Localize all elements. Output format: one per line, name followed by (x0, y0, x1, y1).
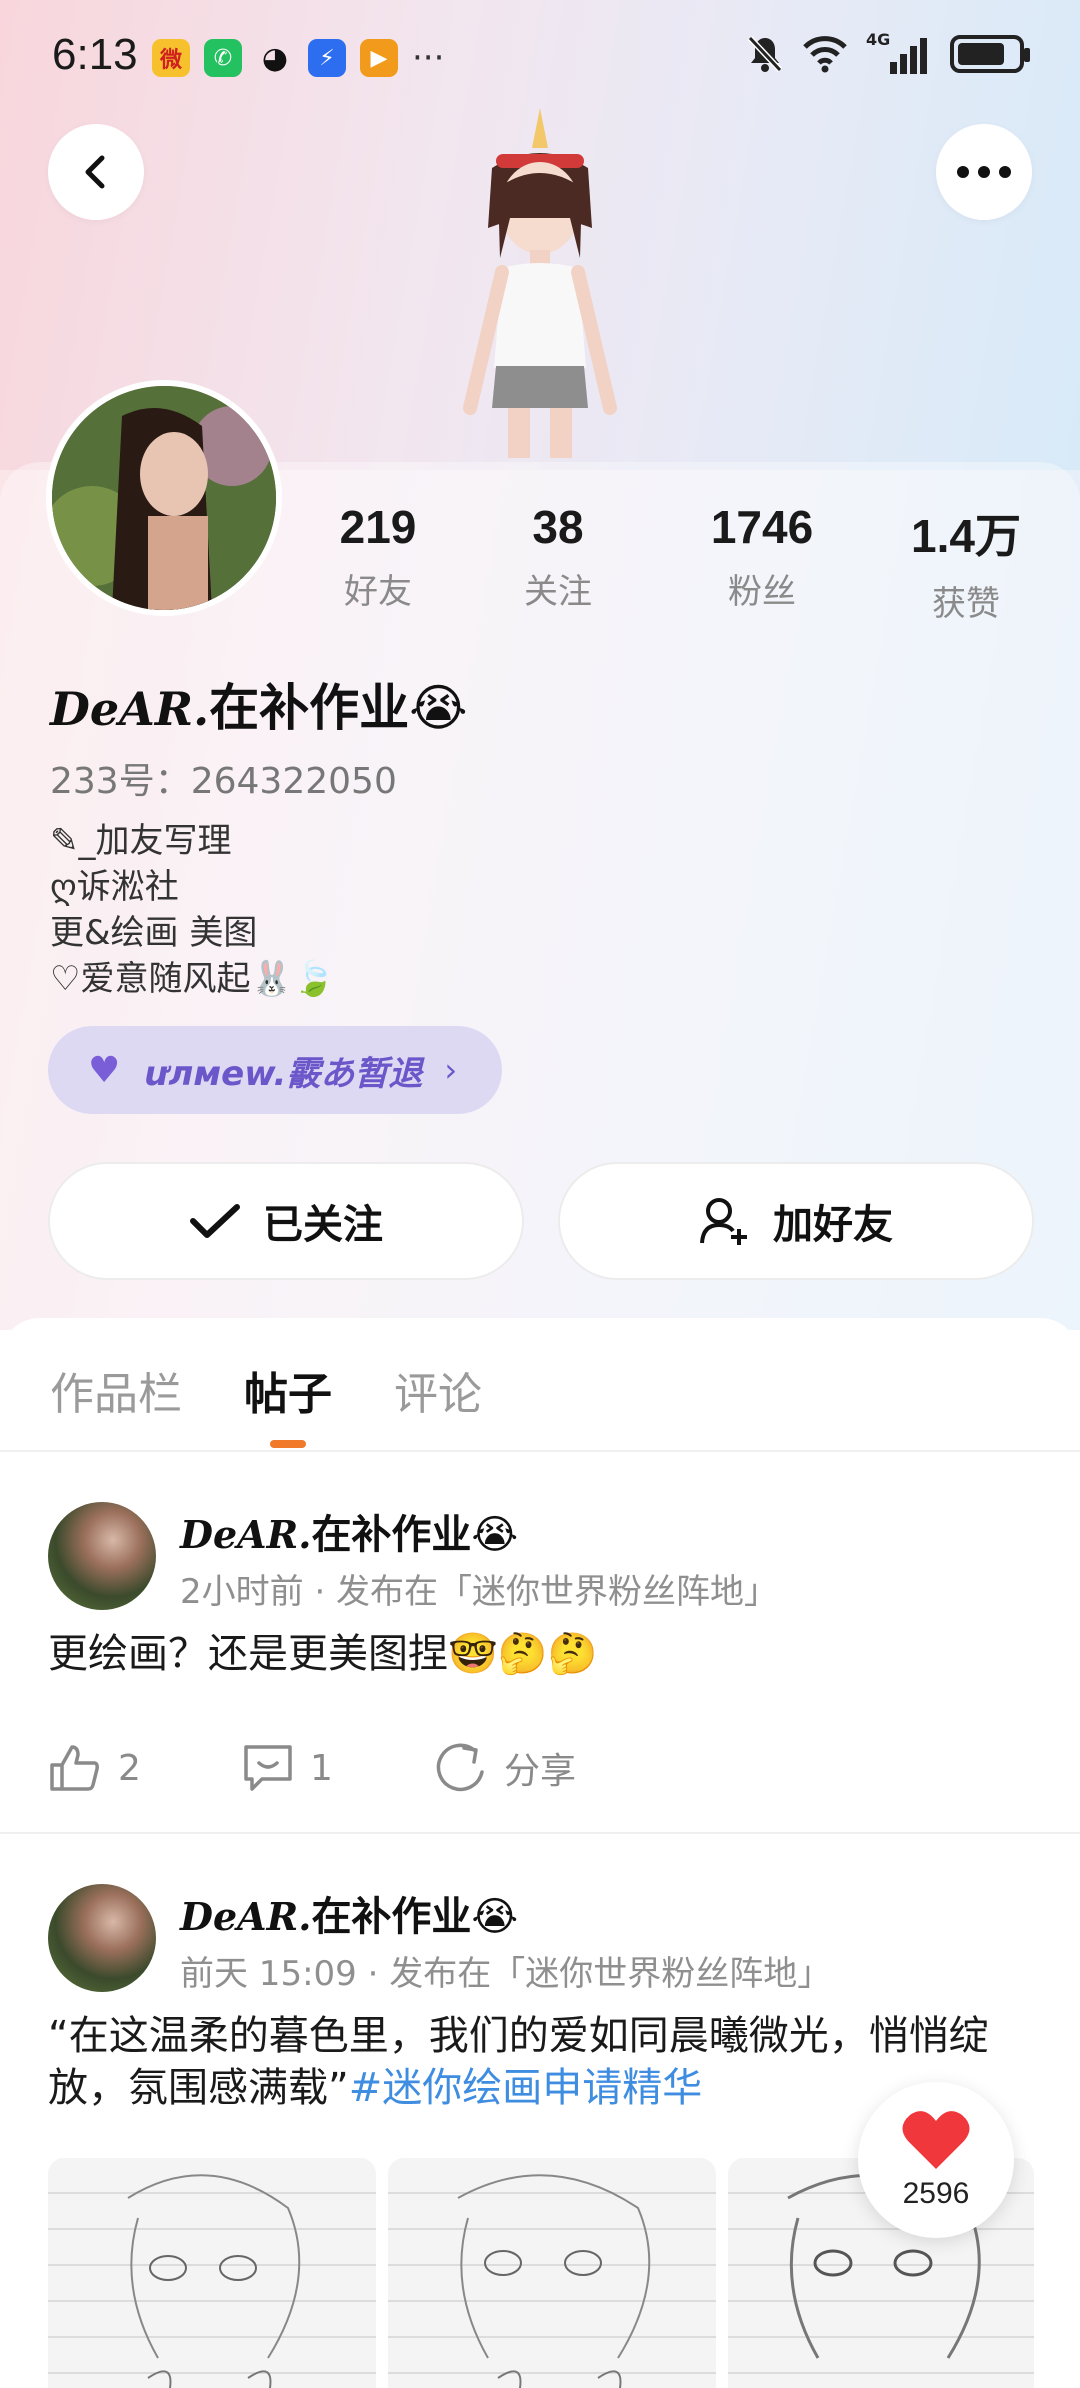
profile-bio: ✎_加友写理 ღ诉淞社 更&绘画 美图 ♡爱意随风起🐰🍃 (50, 818, 335, 1002)
post-meta: 2小时前 · 发布在「迷你世界粉丝阵地」 (180, 1572, 779, 1612)
stat-following[interactable]: 38 关注 (458, 500, 658, 613)
add-friend-button[interactable]: 加好友 (558, 1162, 1034, 1280)
floating-like-button[interactable]: 2596 (858, 2082, 1014, 2238)
add-friend-label: 加好友 (773, 1202, 893, 1248)
post-text: 更绘画？还是更美图捏🤓🤔🤔 (48, 1631, 598, 1677)
author-script: DeAR. (180, 1894, 312, 1939)
heart-icon (902, 2111, 970, 2169)
post-image[interactable] (388, 2158, 716, 2388)
bio-line: 更&绘画 美图 (50, 913, 258, 953)
share-icon (436, 1743, 484, 1792)
checkmark-icon (190, 1204, 240, 1238)
stat-value: 1.4万 (911, 510, 1021, 562)
status-bar: 6:13 微 ✆ ◕ ⚡ ▶ ··· 4G (0, 0, 1080, 116)
cellular-signal-icon: 4G (866, 30, 932, 74)
stat-value: 38 (532, 501, 584, 553)
tab-comments[interactable]: 评论 (394, 1358, 482, 1422)
stat-label: 获赞 (932, 584, 1000, 624)
sketch-drawing (127, 2174, 301, 2388)
author-text: 在补作业😭 (311, 1512, 519, 1558)
battery-icon (950, 35, 1030, 73)
user-id[interactable]: 233号：264322050 (50, 752, 397, 804)
like-button[interactable]: 2 (48, 1743, 242, 1793)
more-dots-icon (957, 166, 1011, 178)
avatar-3d-figure[interactable] (420, 108, 660, 458)
comment-icon (244, 1745, 292, 1791)
qq-icon: ◕ (261, 40, 289, 76)
post-actions: 2 1 分享 (48, 1742, 576, 1794)
post-author-avatar[interactable] (48, 1884, 156, 1992)
app-icon-orange: ▶ (360, 39, 398, 77)
stat-label: 关注 (524, 572, 592, 612)
tab-posts[interactable]: 帖子 (244, 1358, 332, 1422)
back-button[interactable] (48, 124, 144, 220)
stat-label: 粉丝 (728, 572, 796, 612)
post-meta: 前天 15:09 · 发布在「迷你世界粉丝阵地」 (180, 1954, 832, 1994)
stat-friends[interactable]: 219 好友 (278, 500, 478, 613)
wechat-icon: ✆ (204, 39, 242, 77)
post-author-avatar[interactable] (48, 1502, 156, 1610)
hashtag-link[interactable]: #迷你绘画申请精华 (349, 2065, 703, 2111)
bio-line: ✎_加友写理 (50, 821, 232, 861)
share-button[interactable]: 分享 (434, 1742, 576, 1794)
status-indicators: 4G (746, 30, 1030, 74)
stat-fans[interactable]: 1746 粉丝 (662, 500, 862, 613)
post-text: “在这温柔的暮色里，我们的爱如同晨曦微光，悄悄绽放，氛围感满载”#迷你绘画申请精… (48, 2010, 1008, 2114)
like-count: 2 (118, 1747, 141, 1789)
author-script: DeAR. (180, 1512, 312, 1557)
nickname-text: 在补作业 (209, 679, 410, 737)
app-icon-blue: ⚡ (308, 39, 346, 77)
chevron-left-icon (85, 155, 105, 189)
share-label: 分享 (504, 1751, 577, 1792)
thumbs-up-icon (50, 1745, 99, 1791)
bio-line: ♡爱意随风起🐰🍃 (50, 959, 336, 999)
post-image[interactable] (48, 2158, 376, 2388)
post-author-name[interactable]: DeAR.在补作业😭 (180, 1884, 518, 1942)
crying-emoji-icon: 😭 (409, 679, 468, 737)
comment-count: 1 (310, 1747, 333, 1789)
group-tag-button[interactable]: ♥ ưлмew.霰あ暂退 › (48, 1026, 502, 1114)
avatar-photo (52, 386, 276, 610)
status-time: 6:13 (52, 30, 138, 79)
group-tag-label: ưлмew.霰あ暂退 (144, 1053, 423, 1094)
nickname-script: DeAR. (50, 682, 210, 736)
chevron-right-icon: › (444, 1051, 458, 1089)
followed-label: 已关注 (263, 1202, 383, 1248)
add-user-icon (700, 1198, 747, 1245)
stat-likes[interactable]: 1.4万 获赞 (866, 500, 1066, 625)
weibo-icon: 微 (152, 39, 190, 77)
heart-icon: ♥ (88, 1049, 121, 1091)
more-notifications-icon: ··· (412, 38, 445, 78)
post-author-name[interactable]: DeAR.在补作业😭 (180, 1502, 518, 1560)
followed-button[interactable]: 已关注 (48, 1162, 524, 1280)
tab-works[interactable]: 作品栏 (50, 1358, 182, 1422)
floating-like-count: 2596 (902, 2177, 970, 2210)
more-options-button[interactable] (936, 124, 1032, 220)
mute-bell-icon (747, 35, 783, 73)
stat-value: 219 (339, 501, 417, 553)
sketch-drawing (457, 2174, 651, 2388)
stat-label: 好友 (344, 572, 412, 612)
content-tabs: 作品栏 帖子 评论 (0, 1318, 1080, 1452)
status-app-icons: 微 ✆ ◕ ⚡ ▶ ··· (152, 38, 444, 78)
author-text: 在补作业😭 (311, 1894, 519, 1940)
bio-line: ღ诉淞社 (50, 867, 179, 907)
comment-button[interactable]: 1 (242, 1743, 434, 1793)
profile-nickname: DeAR.在补作业😭 (50, 668, 468, 740)
wifi-icon (803, 36, 847, 73)
avatar[interactable] (46, 380, 282, 616)
stat-value: 1746 (710, 501, 814, 553)
active-tab-indicator (270, 1440, 306, 1448)
